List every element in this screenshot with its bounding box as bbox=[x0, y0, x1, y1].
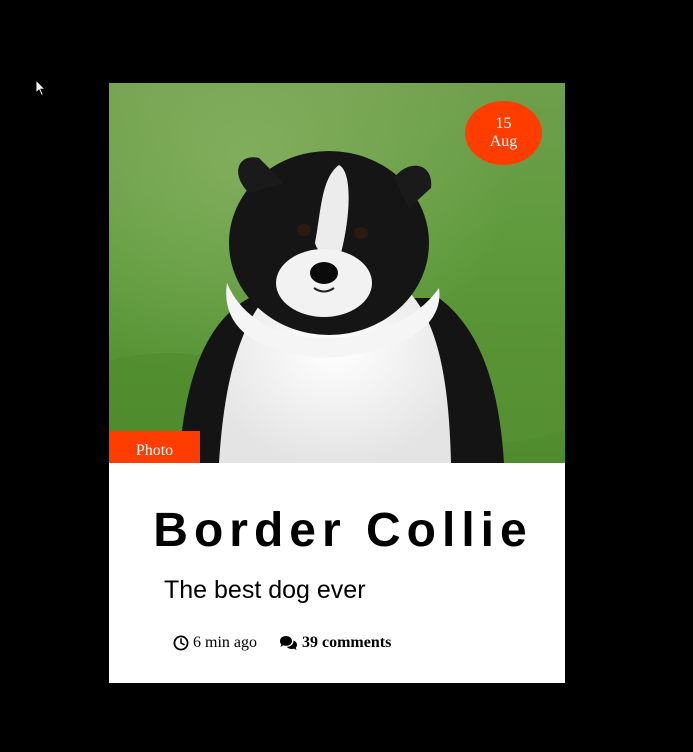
comments-icon bbox=[280, 636, 297, 650]
comments-count[interactable]: 39 comments bbox=[302, 634, 391, 652]
post-title[interactable]: Border Collie bbox=[109, 503, 565, 559]
post-subtitle: The best dog ever bbox=[164, 576, 366, 604]
time-ago-text: 6 min ago bbox=[193, 634, 257, 651]
post-meta: 6 min ago 39 comments bbox=[173, 634, 391, 652]
dog-photo: 15 Aug Photo bbox=[109, 83, 565, 463]
date-month: Aug bbox=[489, 133, 518, 150]
clock-icon bbox=[173, 635, 189, 651]
mouse-cursor-icon bbox=[35, 79, 47, 97]
category-tag[interactable]: Photo bbox=[109, 431, 200, 463]
time-ago: 6 min ago bbox=[173, 634, 257, 652]
date-day: 15 bbox=[495, 115, 512, 132]
comments-link[interactable]: 39 comments bbox=[279, 634, 391, 652]
date-badge: 15 Aug bbox=[465, 101, 542, 165]
post-card[interactable]: 15 Aug Photo Border Collie The best dog … bbox=[109, 83, 565, 683]
